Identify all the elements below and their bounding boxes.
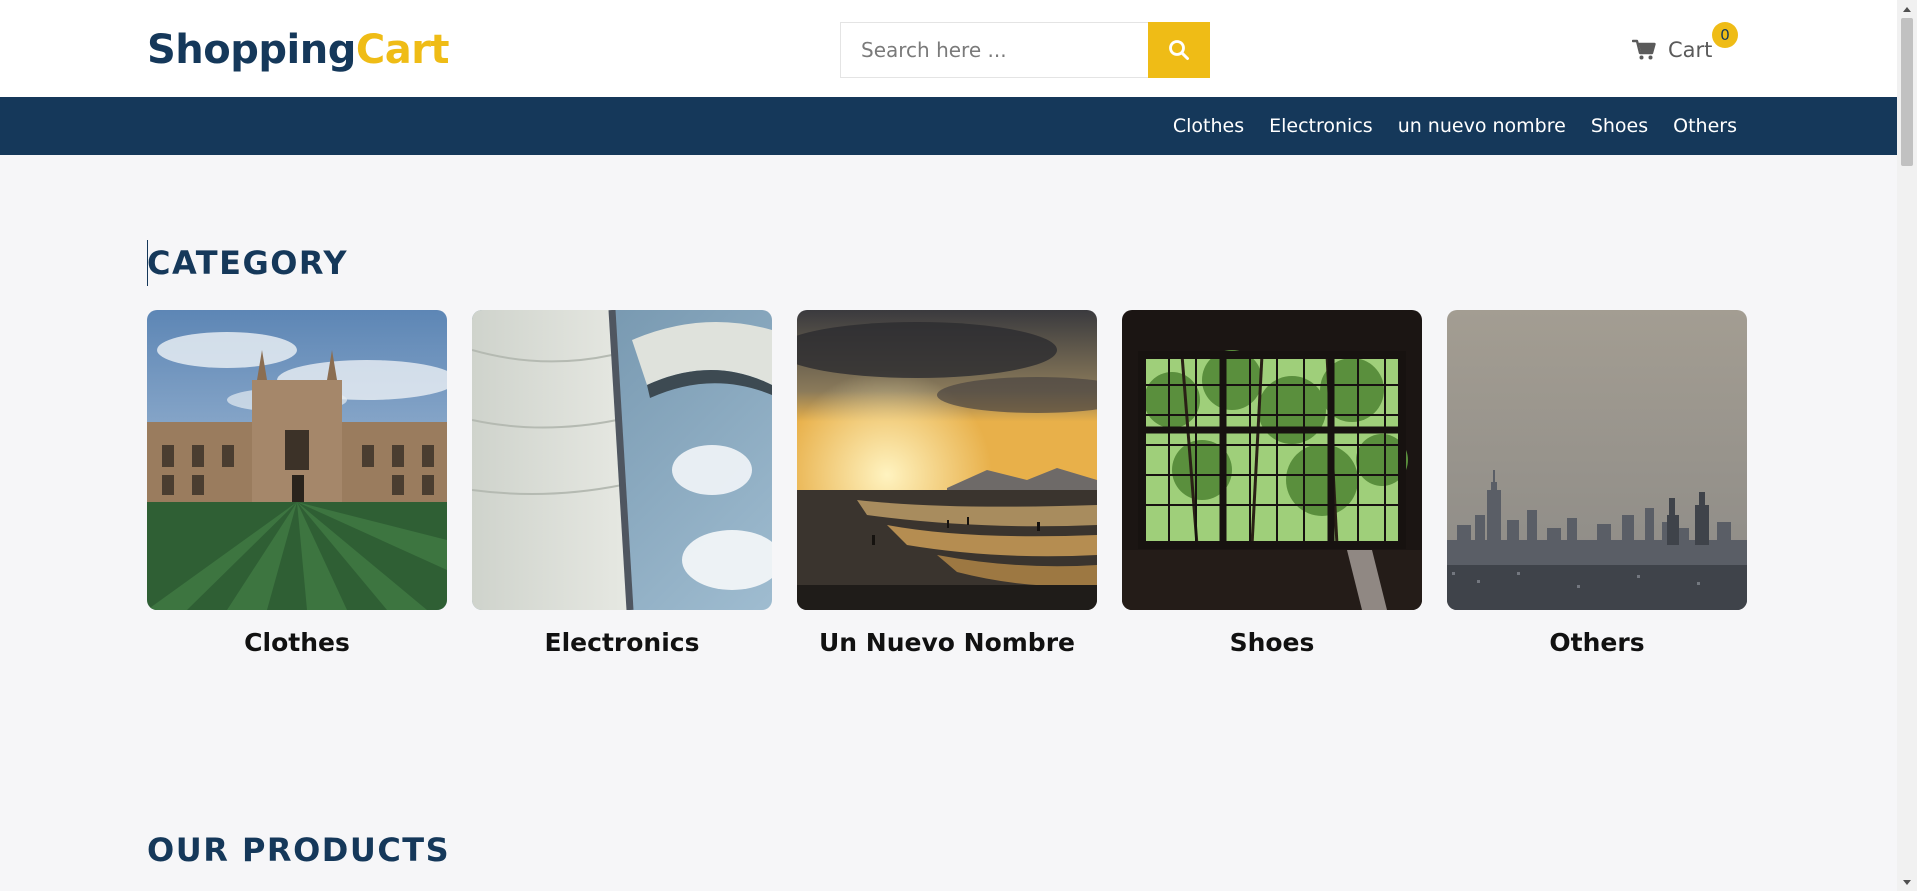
scroll-up-arrow-icon[interactable] <box>1897 0 1917 18</box>
category-label-others: Others <box>1549 628 1645 657</box>
category-card-clothes[interactable]: Clothes <box>147 310 447 657</box>
brand-logo-part1: Shopping <box>147 27 356 73</box>
vertical-scrollbar[interactable] <box>1897 0 1917 891</box>
search-icon <box>1169 40 1189 60</box>
search-button[interactable] <box>1148 22 1210 78</box>
category-card-shoes[interactable]: Shoes <box>1122 310 1422 657</box>
category-image-electronics <box>472 310 772 610</box>
category-label-clothes: Clothes <box>244 628 350 657</box>
nav-item-clothes[interactable]: Clothes <box>1173 115 1244 137</box>
search-input[interactable] <box>840 22 1148 78</box>
site-header: ShoppingCart Cart 0 <box>0 0 1897 97</box>
nav-item-electronics[interactable]: Electronics <box>1269 115 1373 137</box>
scroll-down-arrow-icon[interactable] <box>1897 873 1917 891</box>
scrollbar-thumb[interactable] <box>1901 18 1913 166</box>
category-label-un-nuevo-nombre: Un Nuevo Nombre <box>819 628 1075 657</box>
nav-item-un-nuevo-nombre[interactable]: un nuevo nombre <box>1398 115 1566 137</box>
nav-item-others[interactable]: Others <box>1673 115 1737 137</box>
category-nav-bar: Clothes Electronics un nuevo nombre Shoe… <box>0 97 1897 155</box>
category-image-un-nuevo-nombre <box>797 310 1097 610</box>
brand-logo-part2: Cart <box>355 27 450 73</box>
cart-button[interactable]: Cart 0 <box>1632 22 1738 66</box>
cart-icon <box>1632 39 1656 60</box>
category-image-clothes <box>147 310 447 610</box>
category-label-shoes: Shoes <box>1229 628 1315 657</box>
category-image-shoes <box>1122 310 1422 610</box>
brand-logo[interactable]: ShoppingCart <box>147 26 450 74</box>
products-section-title: OUR PRODUCTS <box>147 831 451 869</box>
category-card-others[interactable]: Others <box>1447 310 1747 657</box>
category-image-others <box>1447 310 1747 610</box>
category-card-electronics[interactable]: Electronics <box>472 310 772 657</box>
search-bar <box>840 22 1210 78</box>
cart-label: Cart <box>1668 38 1713 62</box>
nav-menu: Clothes Electronics un nuevo nombre Shoe… <box>1173 97 1737 155</box>
cart-count-badge: 0 <box>1712 22 1738 48</box>
category-card-un-nuevo-nombre[interactable]: Un Nuevo Nombre <box>797 310 1097 657</box>
category-section-title: CATEGORY <box>147 244 348 282</box>
category-cards: Clothes Electronics Un Nuevo Nombre Shoe… <box>147 310 1747 657</box>
category-label-electronics: Electronics <box>544 628 700 657</box>
nav-item-shoes[interactable]: Shoes <box>1591 115 1648 137</box>
